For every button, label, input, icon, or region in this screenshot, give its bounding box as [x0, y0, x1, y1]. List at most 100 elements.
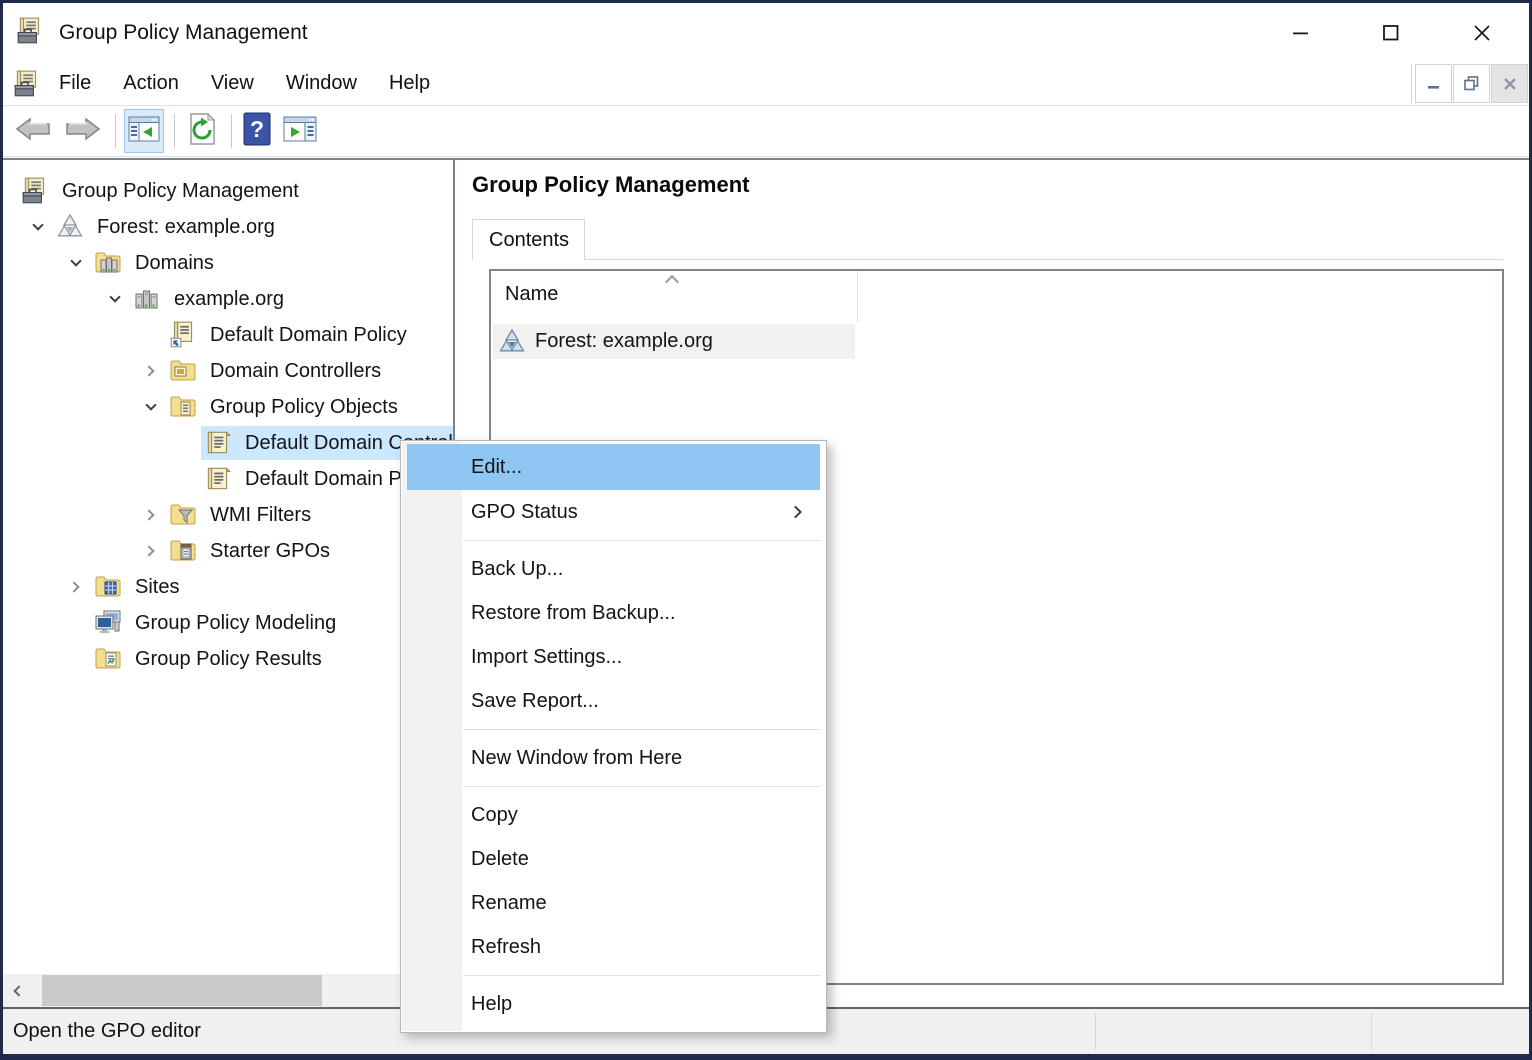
indent-spacer [3, 191, 18, 192]
tree-item-wmi-filters[interactable]: WMI Filters [3, 497, 453, 533]
mdi-minimize-button[interactable] [1415, 64, 1452, 103]
tree-item-forest-example-org[interactable]: Forest: example.org [3, 209, 453, 245]
menu-separator [401, 723, 826, 736]
tree-item-domains[interactable]: Domains [3, 245, 453, 281]
toolbar-separator [174, 114, 175, 148]
tree-item-label: Domains [135, 252, 214, 275]
context-menu-item-help[interactable]: Help [401, 982, 826, 1026]
tree-item-hit[interactable]: Group Policy Modeling [91, 606, 345, 640]
svg-text:?: ? [250, 116, 264, 142]
context-menu-item-restore-from-backup[interactable]: Restore from Backup... [401, 591, 826, 635]
mdi-restore-button[interactable] [1453, 64, 1490, 103]
folder-gpo-icon [168, 392, 198, 422]
indent-spacer [3, 407, 136, 408]
tree-item-example-org[interactable]: example.org [3, 281, 453, 317]
close-button[interactable] [1458, 11, 1506, 55]
context-menu-item-back-up[interactable]: Back Up... [401, 547, 826, 591]
column-divider [857, 271, 858, 323]
column-header-name[interactable]: Name [505, 283, 558, 306]
indent-spacer [3, 227, 23, 228]
context-menu-item-delete[interactable]: Delete [401, 837, 826, 881]
tree-item-starter-gpos[interactable]: Starter GPOs [3, 533, 453, 569]
scroll-left-arrow[interactable] [3, 974, 35, 1007]
menubar-item-help[interactable]: Help [373, 62, 446, 105]
tree-item-group-policy-management[interactable]: Group Policy Management [3, 173, 453, 209]
list-item-label: Forest: example.org [535, 330, 713, 353]
tree-item-hit[interactable]: Group Policy Objects [166, 390, 407, 424]
chevron-right-icon[interactable] [136, 356, 166, 386]
chevron-right-icon[interactable] [136, 536, 166, 566]
forward-button[interactable] [61, 109, 105, 153]
context-menu-item-gpo-status[interactable]: GPO Status [401, 490, 826, 534]
help-button[interactable]: ? [240, 109, 274, 153]
context-menu-item-refresh[interactable]: Refresh [401, 925, 826, 969]
wmi-icon [168, 500, 198, 530]
tree-item-hit[interactable]: Domain Controllers [166, 354, 390, 388]
tree-item-hit[interactable]: example.org [130, 282, 293, 316]
status-divider [1371, 1013, 1372, 1050]
chevron-down-icon[interactable] [136, 392, 166, 422]
minimize-button[interactable] [1277, 11, 1325, 55]
tree-item-default-domain-policy[interactable]: Default Domain Policy [3, 317, 453, 353]
menu-item-label: Restore from Backup... [471, 602, 676, 625]
tree-item-default-domain-controllers-policy[interactable]: Default Domain Controllers Policy [3, 425, 453, 461]
action-pane-button[interactable] [280, 109, 320, 153]
chevron-right-icon[interactable] [136, 500, 166, 530]
menubar-item-action[interactable]: Action [107, 62, 195, 105]
tab-baseline [585, 259, 1503, 260]
tree-item-label: Default Domain Policy [210, 324, 407, 347]
context-menu-item-edit[interactable]: Edit... [407, 444, 820, 490]
tree-item-group-policy-results[interactable]: Group Policy Results [3, 641, 453, 677]
submenu-arrow-icon [789, 506, 802, 519]
tree-item-hit[interactable]: Sites [91, 570, 188, 604]
chevron-down-icon[interactable] [23, 212, 53, 242]
tree-item-group-policy-objects[interactable]: Group Policy Objects [3, 389, 453, 425]
menubar-item-file[interactable]: File [43, 62, 107, 105]
list-item-forest-example-org[interactable]: Forest: example.org [493, 324, 855, 359]
context-menu-item-copy[interactable]: Copy [401, 793, 826, 837]
help-icon: ? [243, 112, 271, 151]
folder-dc-icon [168, 356, 198, 386]
tree-item-group-policy-modeling[interactable]: Group Policy Modeling [3, 605, 453, 641]
tree-item-hit[interactable]: Group Policy Results [91, 642, 331, 676]
gpo-icon [203, 428, 233, 458]
menu-separator [401, 780, 826, 793]
tree-item-label: example.org [174, 288, 284, 311]
mdi-close-button[interactable] [1491, 64, 1528, 103]
details-pane-title: Group Policy Management [472, 172, 750, 198]
tab-contents[interactable]: Contents [472, 219, 585, 260]
refresh-button[interactable] [183, 109, 221, 153]
show-console-tree-button[interactable] [124, 109, 164, 153]
tree-item-hit[interactable]: Forest: example.org [53, 210, 284, 244]
domains-icon [93, 248, 123, 278]
context-menu-item-import-settings[interactable]: Import Settings... [401, 635, 826, 679]
horizontal-scrollbar[interactable] [3, 974, 453, 1007]
menu-item-label: Edit... [471, 456, 522, 479]
chevron-down-icon[interactable] [61, 248, 91, 278]
menubar-item-view[interactable]: View [195, 62, 270, 105]
chevron-down-icon[interactable] [100, 284, 130, 314]
menu-item-label: Back Up... [471, 558, 563, 581]
menubar-item-window[interactable]: Window [270, 62, 373, 105]
chevron-right-icon[interactable] [61, 572, 91, 602]
back-button[interactable] [11, 109, 55, 153]
tree-item-hit[interactable]: Default Domain Policy [166, 318, 416, 352]
tree-item-domain-controllers[interactable]: Domain Controllers [3, 353, 453, 389]
tree-item-default-domain-policy[interactable]: Default Domain Policy [3, 461, 453, 497]
menu-bar: FileActionViewWindowHelp [3, 62, 1529, 106]
tree-item-label: Group Policy Results [135, 648, 322, 671]
gpo-link-icon [168, 320, 198, 350]
tree-item-sites[interactable]: Sites [3, 569, 453, 605]
tree-item-hit[interactable]: Starter GPOs [166, 534, 339, 568]
tree-item-hit[interactable]: Group Policy Management [18, 174, 308, 208]
scrollbar-thumb[interactable] [42, 975, 322, 1006]
maximize-button[interactable] [1367, 11, 1415, 55]
context-menu-item-rename[interactable]: Rename [401, 881, 826, 925]
tree-item-hit[interactable]: WMI Filters [166, 498, 320, 532]
context-menu-item-save-report[interactable]: Save Report... [401, 679, 826, 723]
context-menu-item-new-window-from-here[interactable]: New Window from Here [401, 736, 826, 780]
sort-ascending-icon[interactable] [665, 275, 679, 289]
tree-item-hit[interactable]: Domains [91, 246, 223, 280]
back-icon [14, 114, 52, 149]
menu-item-label: Import Settings... [471, 646, 622, 669]
